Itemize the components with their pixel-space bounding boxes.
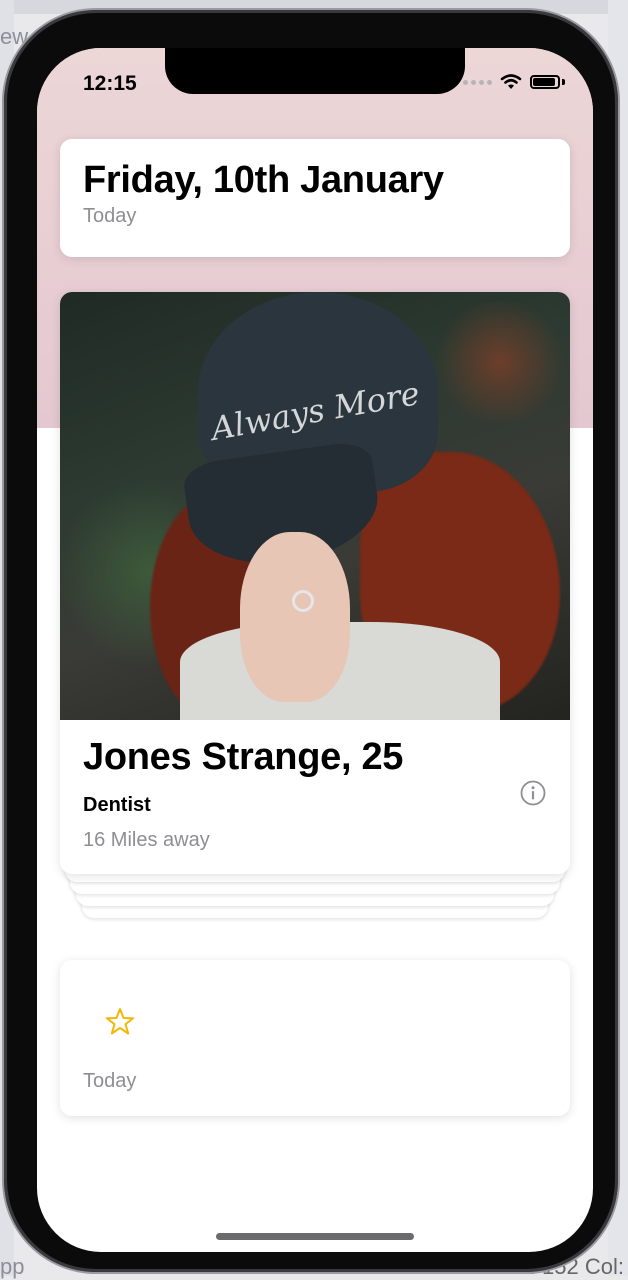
profile-card[interactable]: Always More Jones Strange, 25 Dentist 16… xyxy=(60,292,570,874)
status-icons xyxy=(463,74,565,90)
home-indicator[interactable] xyxy=(216,1233,414,1240)
profile-distance: 16 Miles away xyxy=(83,829,210,851)
status-time: 12:15 xyxy=(83,72,137,95)
profile-job: Dentist xyxy=(83,794,151,816)
battery-icon xyxy=(530,75,560,89)
profile-name: Jones Strange, 25 xyxy=(83,736,404,778)
wifi-icon xyxy=(500,74,522,89)
battery-tip xyxy=(562,79,565,85)
background-text-fragment: pp xyxy=(0,1254,25,1279)
favorites-subtitle: Today xyxy=(83,1070,137,1092)
info-icon[interactable] xyxy=(520,780,546,806)
date-card: Friday, 10th January Today xyxy=(60,139,570,257)
app-screen: 12:15 Friday, 10th January Today Always … xyxy=(37,48,593,1252)
profile-photo: Always More xyxy=(60,292,570,720)
date-subtitle: Today xyxy=(83,205,137,227)
favorites-card[interactable]: Today xyxy=(60,960,570,1116)
star-icon[interactable] xyxy=(104,1006,136,1038)
signal-dots-icon xyxy=(463,79,492,85)
simulator-phone-frame: 12:15 Friday, 10th January Today Always … xyxy=(4,10,618,1272)
device-notch xyxy=(165,48,465,94)
date-title: Friday, 10th January xyxy=(83,159,444,201)
